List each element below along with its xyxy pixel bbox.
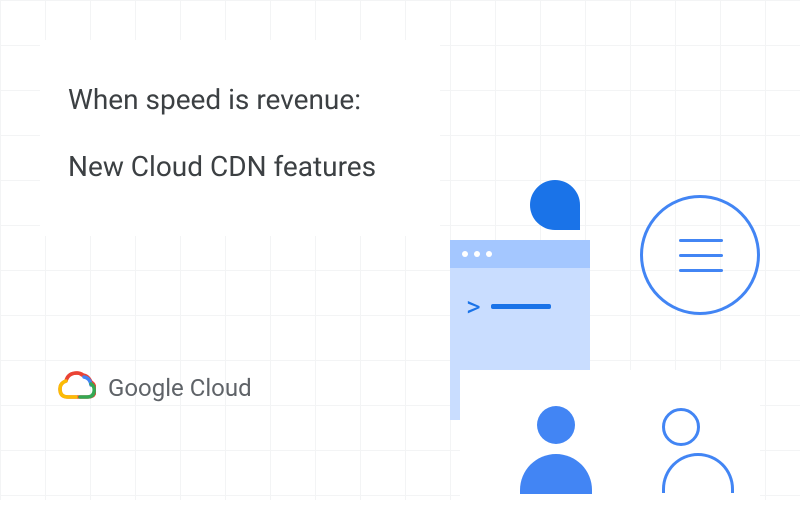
- person-outline-icon: [662, 408, 734, 493]
- quarter-circle-icon: [530, 180, 580, 230]
- title-line-1: When speed is revenue:: [68, 80, 412, 119]
- person-solid-icon: [520, 406, 592, 494]
- brand-logo: Google Cloud: [58, 370, 252, 406]
- menu-circle-icon: [640, 195, 760, 315]
- title-card: When speed is revenue: New Cloud CDN fea…: [40, 40, 440, 236]
- google-cloud-icon: [58, 370, 96, 406]
- people-illustration: [460, 395, 800, 505]
- brand-name: Google Cloud: [108, 374, 252, 402]
- title-line-2: New Cloud CDN features: [68, 147, 412, 186]
